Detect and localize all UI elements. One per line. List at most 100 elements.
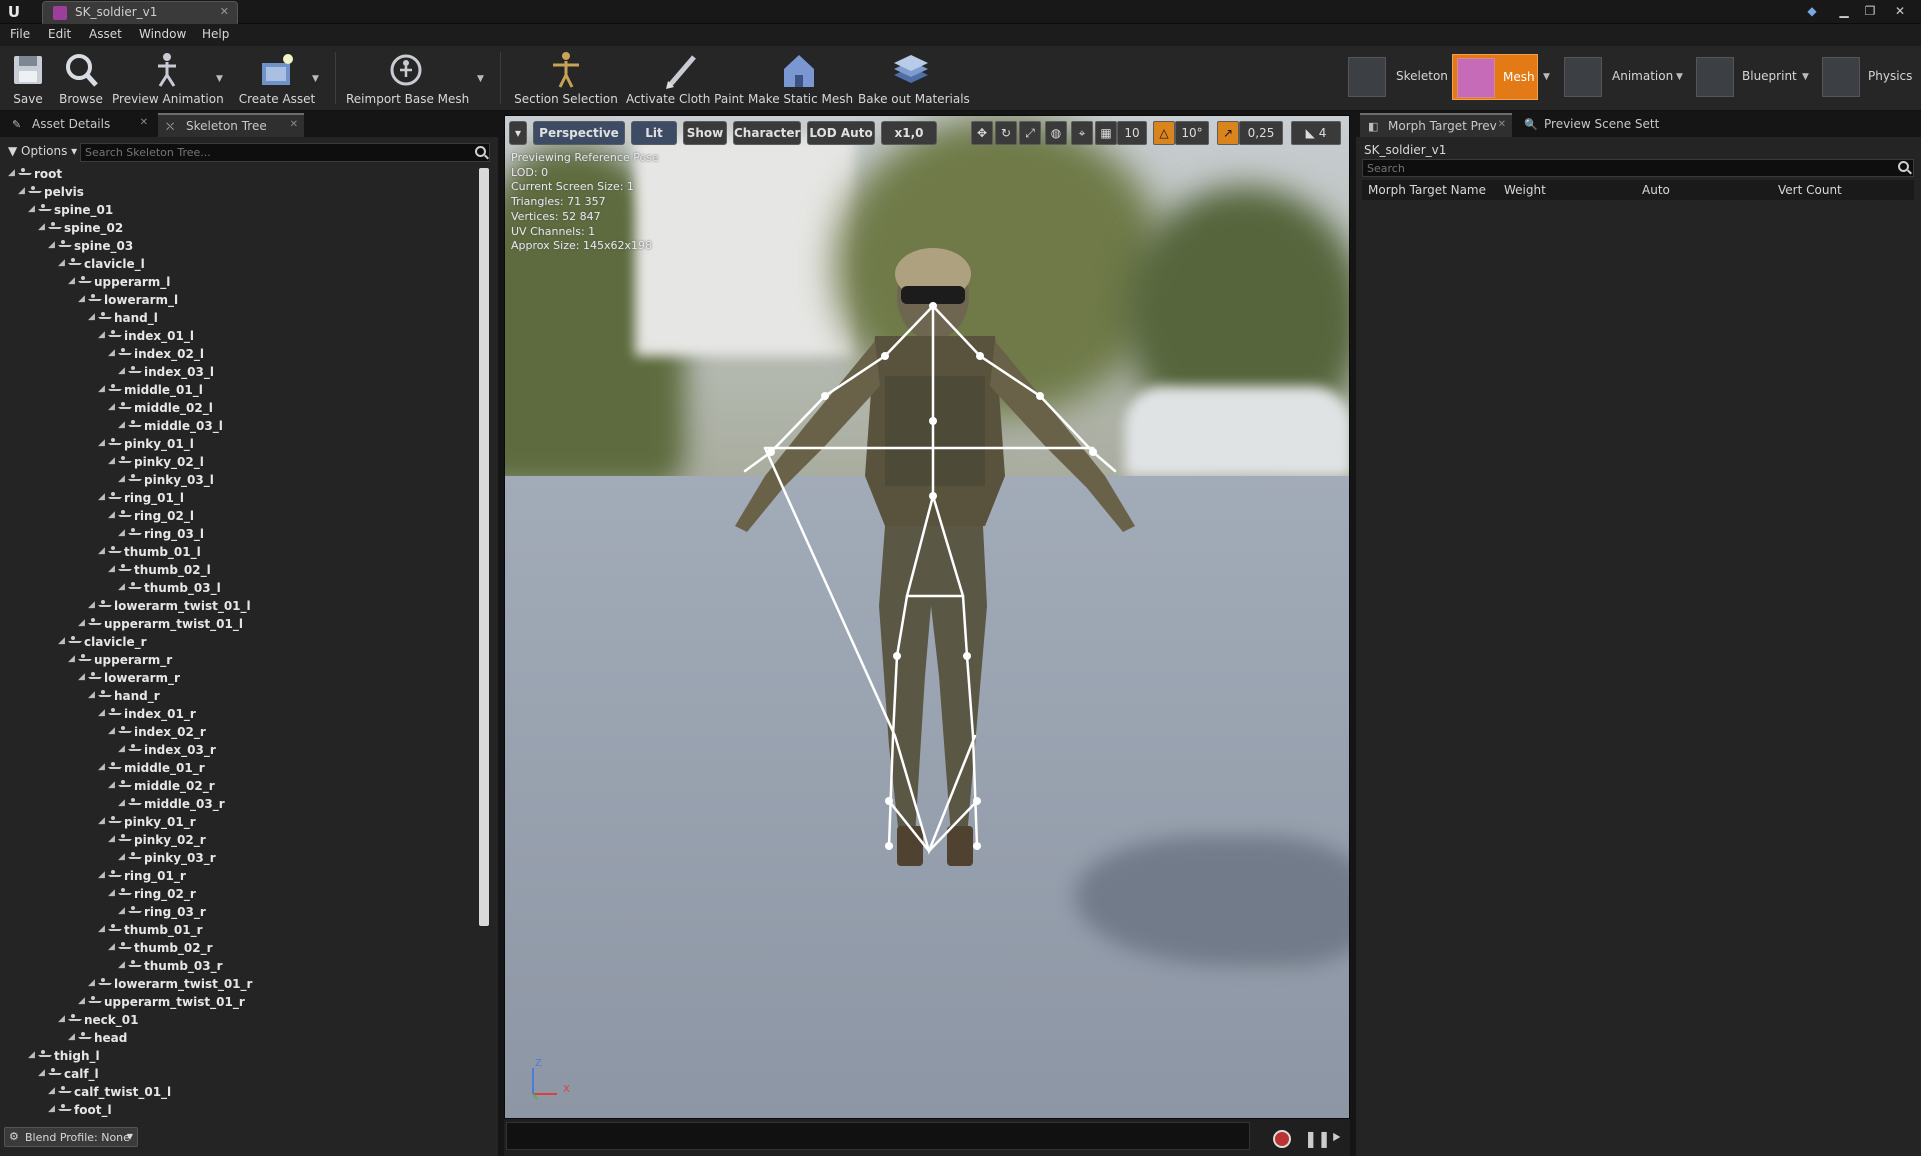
lit-button[interactable]: Lit [631, 121, 677, 145]
rotation-snap-value[interactable]: 10° [1175, 121, 1209, 145]
close-icon[interactable]: ✕ [220, 5, 229, 18]
animation-mode-dropdown-icon[interactable]: ▼ [1676, 72, 1683, 82]
bake-out-materials-button[interactable]: Bake out Materials [858, 48, 970, 108]
expand-arrow-icon[interactable]: ◢ [48, 1086, 55, 1096]
grid-snap-value[interactable]: 10 [1117, 121, 1147, 145]
expand-arrow-icon[interactable]: ◢ [108, 348, 115, 358]
reimport-dropdown-icon[interactable]: ▼ [477, 74, 484, 84]
expand-arrow-icon[interactable]: ◢ [98, 708, 105, 718]
surface-snap-icon[interactable]: ⌖ [1071, 121, 1093, 145]
camera-speed-button[interactable]: ◣ 4 [1291, 121, 1341, 145]
save-button[interactable]: Save [8, 48, 48, 108]
expand-arrow-icon[interactable]: ◢ [28, 204, 35, 214]
make-static-mesh-button[interactable]: Make Static Mesh [748, 48, 853, 108]
menu-asset[interactable]: Asset [89, 27, 122, 41]
scale-icon[interactable]: ⤢ [1019, 121, 1041, 145]
expand-arrow-icon[interactable]: ◢ [118, 420, 125, 430]
expand-arrow-icon[interactable]: ◢ [98, 870, 105, 880]
expand-arrow-icon[interactable]: ◢ [118, 906, 125, 916]
expand-arrow-icon[interactable]: ◢ [118, 798, 125, 808]
expand-arrow-icon[interactable]: ◢ [98, 492, 105, 502]
search-icon[interactable] [475, 146, 486, 157]
options-button[interactable]: ▼ Options ▾ [8, 144, 77, 158]
browse-button[interactable]: Browse [56, 48, 106, 108]
expand-arrow-icon[interactable]: ◢ [118, 960, 125, 970]
scale-snap-value[interactable]: 0,25 [1239, 121, 1283, 145]
timeline-scrubber[interactable] [506, 1122, 1250, 1150]
expand-arrow-icon[interactable]: ◢ [38, 1068, 45, 1078]
expand-arrow-icon[interactable]: ◢ [98, 924, 105, 934]
tab-close-icon[interactable]: ✕ [1498, 119, 1506, 130]
expand-arrow-icon[interactable]: ◢ [108, 942, 115, 952]
character-button[interactable]: Character [733, 121, 801, 145]
reimport-base-mesh-button[interactable]: Reimport Base Mesh [346, 48, 469, 108]
expand-arrow-icon[interactable]: ◢ [88, 312, 95, 322]
expand-arrow-icon[interactable]: ◢ [58, 258, 65, 268]
search-icon[interactable] [1898, 161, 1909, 172]
grid-snap-icon[interactable]: ▦ [1095, 121, 1117, 145]
expand-arrow-icon[interactable]: ◢ [88, 978, 95, 988]
expand-arrow-icon[interactable]: ◢ [48, 240, 55, 250]
expand-arrow-icon[interactable]: ◢ [78, 618, 85, 628]
expand-arrow-icon[interactable]: ◢ [108, 888, 115, 898]
step-forward-icon[interactable]: ⯈ [1330, 1129, 1342, 1147]
show-button[interactable]: Show [683, 121, 727, 145]
pause-icon[interactable]: ❚❚ [1304, 1129, 1331, 1148]
expand-arrow-icon[interactable]: ◢ [118, 474, 125, 484]
expand-arrow-icon[interactable]: ◢ [38, 222, 45, 232]
expand-arrow-icon[interactable]: ◢ [108, 402, 115, 412]
mode-animation-button[interactable]: Animation [1560, 54, 1684, 100]
mode-physics-button[interactable]: Physics [1818, 54, 1918, 100]
tab-asset-details[interactable]: ✎ Asset Details ✕ [4, 113, 154, 137]
expand-arrow-icon[interactable]: ◢ [48, 1104, 55, 1114]
column-auto[interactable]: Auto [1642, 183, 1670, 197]
minimize-icon[interactable]: ▁ [1834, 2, 1854, 20]
expand-arrow-icon[interactable]: ◢ [118, 366, 125, 376]
create-asset-dropdown-icon[interactable]: ▼ [312, 74, 319, 84]
expand-arrow-icon[interactable]: ◢ [108, 510, 115, 520]
menu-window[interactable]: Window [139, 27, 186, 41]
blend-profile-dropdown[interactable]: ⚙ Blend Profile: None ▼ [4, 1127, 138, 1147]
mesh-mode-dropdown-icon[interactable]: ▼ [1543, 72, 1550, 82]
expand-arrow-icon[interactable]: ◢ [118, 744, 125, 754]
record-icon[interactable] [1273, 1130, 1291, 1148]
preview-animation-dropdown-icon[interactable]: ▼ [216, 74, 223, 84]
expand-arrow-icon[interactable]: ◢ [108, 456, 115, 466]
expand-arrow-icon[interactable]: ◢ [98, 384, 105, 394]
expand-arrow-icon[interactable]: ◢ [78, 996, 85, 1006]
world-local-icon[interactable]: ◍ [1045, 121, 1067, 145]
expand-arrow-icon[interactable]: ◢ [98, 546, 105, 556]
mode-skeleton-button[interactable]: Skeleton [1344, 54, 1450, 100]
morph-target-search-input[interactable] [1362, 159, 1914, 177]
expand-arrow-icon[interactable]: ◢ [98, 438, 105, 448]
expand-arrow-icon[interactable]: ◢ [68, 276, 75, 286]
blueprint-mode-dropdown-icon[interactable]: ▼ [1802, 72, 1809, 82]
mode-blueprint-button[interactable]: Blueprint [1692, 54, 1802, 100]
expand-arrow-icon[interactable]: ◢ [28, 1050, 35, 1060]
expand-arrow-icon[interactable]: ◢ [18, 186, 25, 196]
expand-arrow-icon[interactable]: ◢ [68, 654, 75, 664]
tab-skeleton-tree[interactable]: ⛌ Skeleton Tree ✕ [158, 113, 304, 137]
playback-speed-button[interactable]: x1,0 [881, 121, 937, 145]
expand-arrow-icon[interactable]: ◢ [78, 294, 85, 304]
expand-arrow-icon[interactable]: ◢ [118, 582, 125, 592]
expand-arrow-icon[interactable]: ◢ [118, 852, 125, 862]
menu-file[interactable]: File [10, 27, 30, 41]
expand-arrow-icon[interactable]: ◢ [88, 600, 95, 610]
expand-arrow-icon[interactable]: ◢ [98, 816, 105, 826]
expand-arrow-icon[interactable]: ◢ [118, 528, 125, 538]
tab-close-icon[interactable]: ✕ [140, 117, 148, 128]
expand-arrow-icon[interactable]: ◢ [68, 1032, 75, 1042]
expand-arrow-icon[interactable]: ◢ [108, 564, 115, 574]
column-morph-target-name[interactable]: Morph Target Name [1368, 183, 1486, 197]
mode-mesh-button[interactable]: Mesh [1452, 54, 1538, 100]
activate-cloth-paint-button[interactable]: Activate Cloth Paint [626, 48, 744, 108]
menu-edit[interactable]: Edit [48, 27, 71, 41]
expand-arrow-icon[interactable]: ◢ [98, 762, 105, 772]
viewport[interactable]: ▾ Perspective Lit Show Character LOD Aut… [504, 115, 1350, 1119]
tab-preview-scene-settings[interactable]: 🔍 Preview Scene Sett [1516, 113, 1666, 137]
expand-arrow-icon[interactable]: ◢ [8, 168, 15, 178]
preview-animation-button[interactable]: Preview Animation [112, 48, 224, 108]
expand-arrow-icon[interactable]: ◢ [88, 690, 95, 700]
rotation-snap-icon[interactable]: △ [1153, 121, 1175, 145]
